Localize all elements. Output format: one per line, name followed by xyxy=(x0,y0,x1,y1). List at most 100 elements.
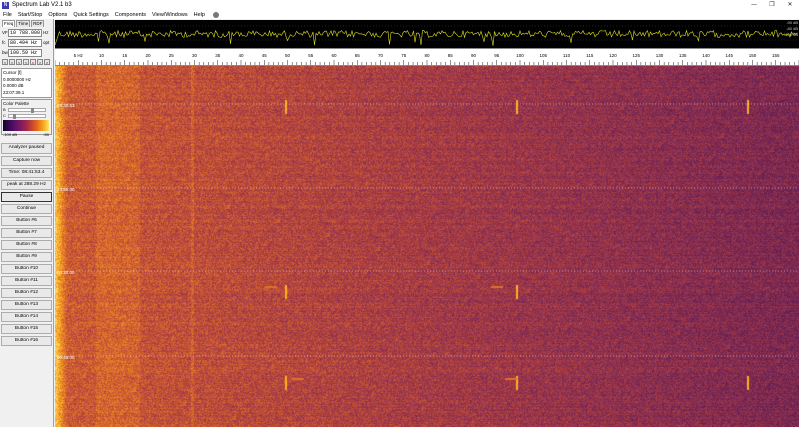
scale-label: 15 xyxy=(122,53,128,58)
menu-components[interactable]: Components xyxy=(115,12,146,18)
scale-label: 120 xyxy=(609,53,617,58)
time-mark-label: 00:20:00 xyxy=(57,270,75,275)
scroll-left-button-2[interactable]: < xyxy=(9,59,15,65)
close-button[interactable]: ✕ xyxy=(781,0,799,10)
scale-label: 10 xyxy=(99,53,105,58)
analyzer-paused-button[interactable]: Analyzer paused xyxy=(1,143,52,154)
panel-tabs: Freq Time RDF xyxy=(2,20,53,27)
scale-label: 25 xyxy=(169,53,175,58)
center-freq-field[interactable]: 80.494 Hz xyxy=(8,38,42,47)
scale-label: 20 xyxy=(145,53,151,58)
brightness-slider[interactable] xyxy=(8,107,46,113)
frequency-scale[interactable]: 5 Hz 10 15 20 25 30 35 40 45 50 55 60 65 70 75 80 85 90 95… xyxy=(55,48,799,66)
scale-label: 50 xyxy=(285,53,291,58)
app-logo-icon: N xyxy=(2,1,9,9)
spectrum-level-labels: -90 dB -80 dB -100 dB xyxy=(784,20,798,38)
scale-label: 55 xyxy=(308,53,314,58)
scale-label: 155 xyxy=(772,53,780,58)
button-15[interactable]: Button #15 xyxy=(1,324,52,334)
button-7[interactable]: Button #7 xyxy=(1,228,52,238)
brightness-row: B xyxy=(3,107,50,113)
button-6[interactable]: Button #6 xyxy=(1,216,52,226)
continue-button[interactable]: Continue xyxy=(1,204,52,214)
minimize-button[interactable]: — xyxy=(745,0,763,10)
time-mark-label: 23:30:53 xyxy=(57,103,75,108)
peak-display-button[interactable]: peak at 288.29 Hz xyxy=(1,180,52,190)
menu-help[interactable]: Help xyxy=(194,12,205,18)
brightness-slider-thumb[interactable] xyxy=(30,107,34,113)
button-14[interactable]: Button #14 xyxy=(1,312,52,322)
scroll-left-button-1[interactable]: < xyxy=(2,59,8,65)
window-controls: — ❐ ✕ xyxy=(745,0,799,10)
spectrum-level-label-3: -100 dB xyxy=(783,32,798,37)
palette-max-label: -50 xyxy=(43,132,49,137)
contrast-slider-thumb[interactable] xyxy=(12,113,16,119)
time-mark-label: 00:45:00 xyxy=(57,355,75,360)
palette-color-bar[interactable] xyxy=(3,120,49,131)
menu-file[interactable]: File xyxy=(3,12,12,18)
menu-options[interactable]: Options xyxy=(48,12,67,18)
spectrum-lab-window: N Spectrum Lab V2.1 b3 — ❐ ✕ File Start/… xyxy=(0,0,799,427)
tab-time[interactable]: Time xyxy=(16,20,31,27)
tab-freq[interactable]: Freq xyxy=(2,20,16,27)
palette-title: Color Palette xyxy=(3,101,30,106)
button-16[interactable]: Button #16 xyxy=(1,336,52,346)
capture-now-button[interactable]: Capture now xyxy=(1,156,52,166)
scale-label: 100 xyxy=(516,53,524,58)
scale-label: 150 xyxy=(749,53,757,58)
tab-rdf[interactable]: RDF xyxy=(31,20,45,27)
time-display-button[interactable]: Time: 08:41:53.4 xyxy=(1,168,52,178)
button-10[interactable]: Button #10 xyxy=(1,264,52,274)
scroll-left-button-4[interactable]: < xyxy=(23,59,29,65)
scale-label: 145 xyxy=(725,53,733,58)
pause-button[interactable]: Pause xyxy=(1,192,52,202)
scroll-right-button-2[interactable]: > xyxy=(44,59,50,65)
scale-label: 85 xyxy=(448,53,454,58)
frequency-scale-ticks: 5 Hz 10 15 20 25 30 35 40 45 50 55 60 65 70 75 80 85 90 95… xyxy=(55,53,799,65)
menu-quick-settings[interactable]: Quick Settings xyxy=(73,12,108,18)
scale-label: 110 xyxy=(563,53,571,58)
bandwidth-field[interactable]: 100.59 Hz xyxy=(8,48,42,57)
vfo-field[interactable]: 10 788.000 xyxy=(8,28,42,37)
button-12[interactable]: Button #12 xyxy=(1,288,52,298)
scale-label: 45 xyxy=(262,53,268,58)
scale-label: 60 xyxy=(331,53,337,58)
scale-label: 115 xyxy=(586,53,594,58)
button-9[interactable]: Button #9 xyxy=(1,252,52,262)
scale-label: 75 xyxy=(401,53,407,58)
scale-label: 80 xyxy=(424,53,430,58)
time-mark-label: 23:55:00 xyxy=(57,187,75,192)
scale-label: 135 xyxy=(679,53,687,58)
scroll-left-button-3[interactable]: < xyxy=(16,59,22,65)
scale-label: 90 xyxy=(471,53,477,58)
vfo-row: VFO 10 788.000 Hz xyxy=(2,28,53,37)
spectrum-graph[interactable]: -90 dB -80 dB -100 dB xyxy=(55,20,799,48)
center-freq-row: fc 80.494 Hz opt xyxy=(2,38,53,47)
button-13[interactable]: Button #13 xyxy=(1,300,52,310)
zoom-buttons: < < < < x > > xyxy=(2,59,53,66)
scale-label: 5 Hz xyxy=(74,53,84,58)
waterfall-display[interactable]: 23:30:53 23:55:00 00:20:00 00:45:00 xyxy=(55,66,799,427)
reset-zoom-button[interactable]: x xyxy=(30,59,36,65)
waterfall-time-marks: 23:30:53 23:55:00 00:20:00 00:45:00 xyxy=(55,103,799,360)
control-panel: Freq Time RDF VFO 10 788.000 Hz fc 80.49… xyxy=(0,19,54,427)
scale-label: 30 xyxy=(192,53,198,58)
cursor-readout: Cursor [f] 0.0000000 Hz 0.0000 dB 23:07:… xyxy=(1,68,52,98)
bandwidth-row: bw 100.59 Hz xyxy=(2,48,53,57)
cursor-time: 23:07:39.1 xyxy=(3,89,25,95)
status-circle-icon[interactable] xyxy=(212,11,219,18)
button-11[interactable]: Button #11 xyxy=(1,276,52,286)
scroll-right-button-1[interactable]: > xyxy=(37,59,43,65)
spectrum-trace xyxy=(55,25,799,46)
center-freq-opt[interactable]: opt xyxy=(43,40,49,45)
title-bar: N Spectrum Lab V2.1 b3 — ❐ ✕ xyxy=(0,0,799,10)
menu-view-windows[interactable]: View/Windows xyxy=(152,12,188,18)
menu-bar: File Start/Stop Options Quick Settings C… xyxy=(0,10,799,19)
window-title: Spectrum Lab V2.1 b3 xyxy=(12,2,72,8)
contrast-slider[interactable] xyxy=(8,113,46,119)
scale-label: 65 xyxy=(355,53,361,58)
menu-start-stop[interactable]: Start/Stop xyxy=(18,12,42,18)
scale-label: 130 xyxy=(656,53,664,58)
restore-button[interactable]: ❐ xyxy=(763,0,781,10)
button-8[interactable]: Button #8 xyxy=(1,240,52,250)
